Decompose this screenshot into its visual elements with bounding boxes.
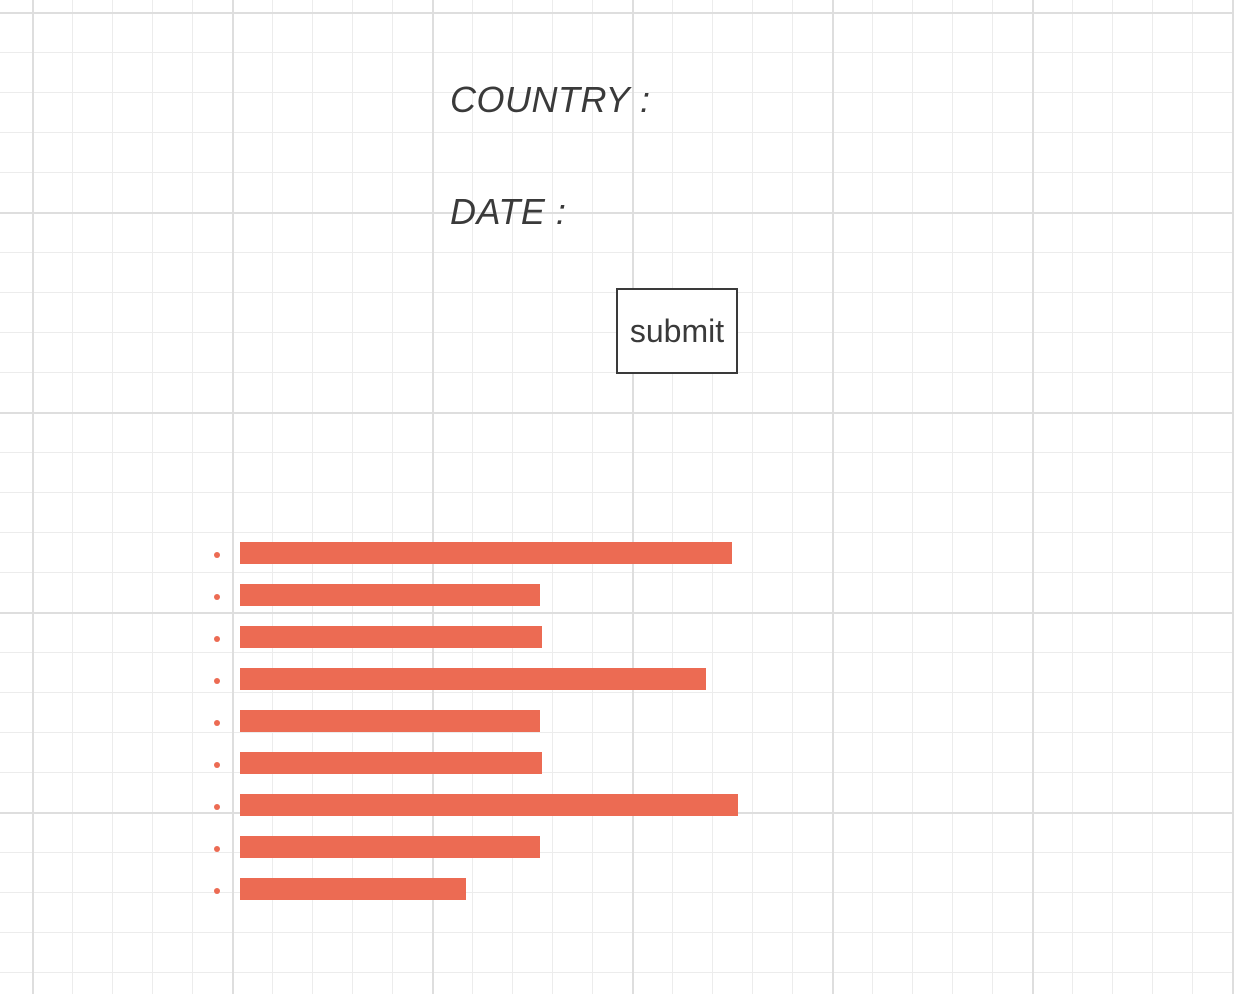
country-label: COUNTRY : [450,79,651,120]
bullet-icon [214,846,220,852]
bar-fill [240,710,540,732]
bar-fill [240,584,540,606]
submit-button[interactable]: submit [616,288,738,374]
bar-fill [240,752,542,774]
bar-fill [240,626,542,648]
bar-fill [240,878,466,900]
bullet-icon [214,888,220,894]
bullet-icon [214,594,220,600]
bar-fill [240,836,540,858]
bullet-icon [214,804,220,810]
bullet-icon [214,636,220,642]
date-label: DATE : [450,191,567,232]
bullet-icon [214,762,220,768]
bullet-icon [214,552,220,558]
bar-fill [240,542,732,564]
bar-fill [240,668,706,690]
bullet-icon [214,720,220,726]
bar-fill [240,794,738,816]
bullet-icon [214,678,220,684]
